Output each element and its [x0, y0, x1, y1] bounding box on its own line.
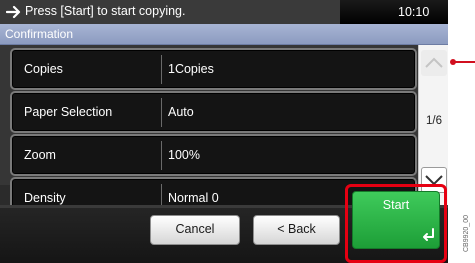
back-button[interactable]: < Back: [253, 215, 340, 245]
status-bar: Press [Start] to start copying. 10:10: [0, 0, 448, 24]
setting-value: 100%: [168, 148, 200, 162]
status-message: Press [Start] to start copying.: [25, 4, 186, 18]
setting-name: Copies: [24, 62, 63, 76]
back-button-label: < Back: [277, 222, 316, 236]
setting-name: Density: [24, 191, 66, 205]
start-button-label: Start: [382, 198, 410, 212]
scroll-up-button[interactable]: [421, 50, 447, 76]
clock-time: 10:10: [398, 5, 430, 19]
figure-code: CB9920_00: [463, 215, 470, 252]
cancel-button[interactable]: Cancel: [150, 215, 240, 245]
setting-value: Auto: [168, 105, 194, 119]
callout-line: [452, 61, 475, 63]
divider: [161, 98, 162, 127]
cancel-button-label: Cancel: [175, 222, 215, 236]
setting-row-zoom[interactable]: Zoom 100%: [10, 134, 417, 176]
setting-row-paper-selection[interactable]: Paper Selection Auto: [10, 91, 417, 133]
screen-title: Confirmation: [5, 27, 74, 41]
status-message-area: Press [Start] to start copying.: [0, 0, 340, 24]
scroll-panel: 1/6: [418, 45, 448, 205]
title-bar: Confirmation: [0, 24, 448, 45]
setting-row-copies[interactable]: Copies 1Copies: [10, 48, 417, 90]
divider: [161, 141, 162, 170]
enter-icon: [423, 228, 434, 241]
setting-value: Normal 0: [168, 191, 219, 205]
setting-name: Zoom: [24, 148, 56, 162]
arrow-right-icon: [6, 5, 21, 19]
divider: [161, 55, 162, 84]
chevron-up-icon: [425, 57, 443, 68]
page-indicator: 1/6: [426, 115, 442, 127]
setting-name: Paper Selection: [24, 105, 113, 119]
start-button[interactable]: Start: [352, 191, 440, 249]
settings-list: Copies 1Copies Paper Selection Auto Zoom…: [0, 45, 448, 219]
setting-value: 1Copies: [168, 62, 214, 76]
